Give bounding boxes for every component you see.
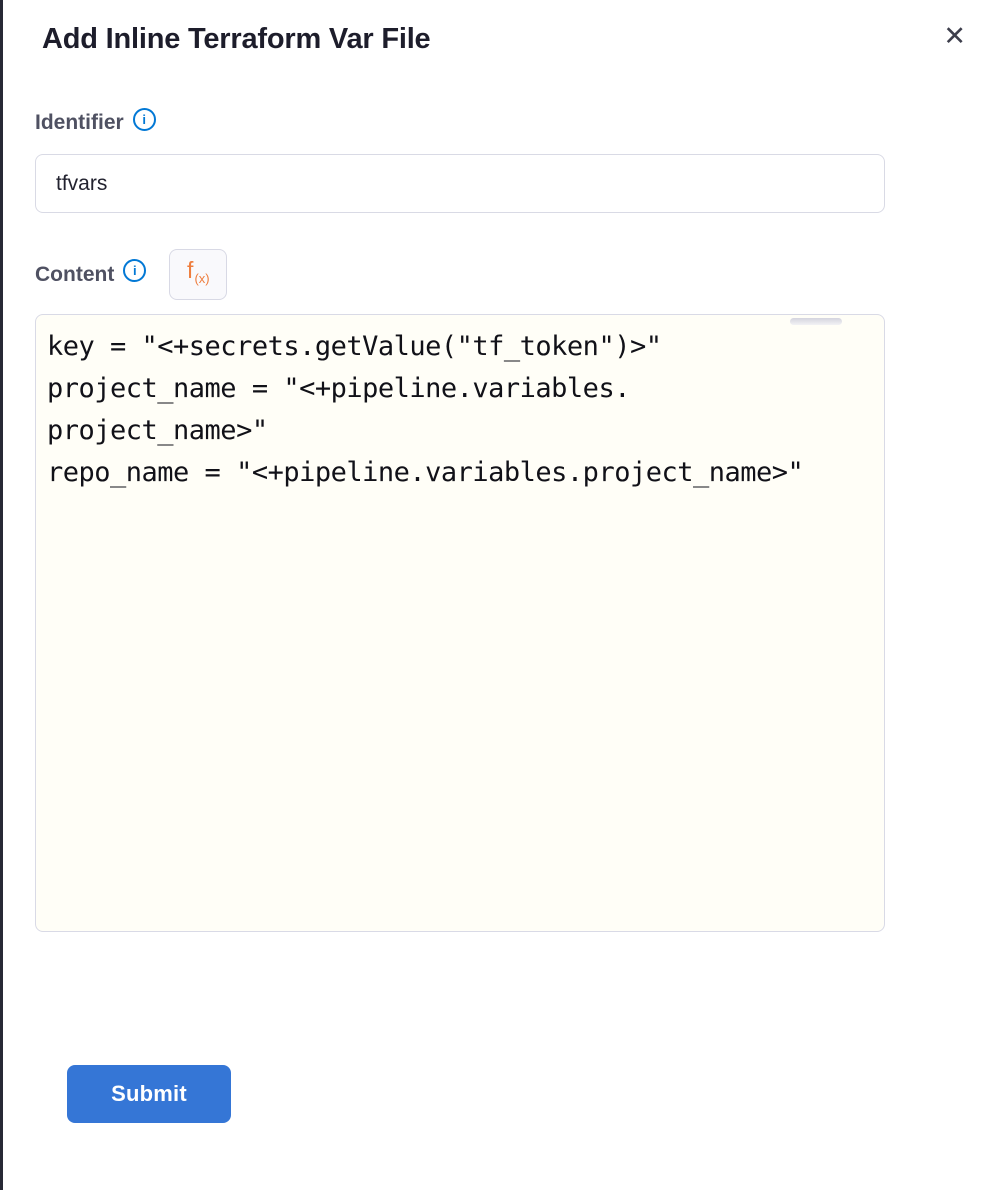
dialog-title: Add Inline Terraform Var File (42, 20, 430, 58)
fx-icon: f (187, 257, 193, 283)
content-label-row: Content i f(x) (35, 249, 992, 300)
add-inline-terraform-var-file-dialog: Add Inline Terraform Var File ✕ Identifi… (3, 0, 992, 1190)
dialog-form: Identifier i Content i f(x) key = "<+sec… (3, 109, 992, 1123)
identifier-label-row: Identifier i (35, 109, 992, 137)
fx-icon-subscript: (x) (194, 271, 209, 286)
close-icon[interactable]: ✕ (943, 22, 966, 52)
content-label: Content (35, 261, 114, 289)
scrollbar-thumb[interactable] (790, 318, 842, 325)
content-code-text[interactable]: key = "<+secrets.getValue("tf_token")>" … (36, 315, 884, 505)
expression-fx-button[interactable]: f(x) (169, 249, 227, 300)
submit-button[interactable]: Submit (67, 1065, 231, 1123)
content-editor[interactable]: key = "<+secrets.getValue("tf_token")>" … (35, 314, 885, 932)
info-icon[interactable]: i (123, 259, 146, 282)
identifier-input[interactable] (35, 154, 885, 213)
dialog-header: Add Inline Terraform Var File ✕ (3, 0, 992, 58)
info-icon[interactable]: i (133, 108, 156, 131)
identifier-label: Identifier (35, 109, 124, 137)
